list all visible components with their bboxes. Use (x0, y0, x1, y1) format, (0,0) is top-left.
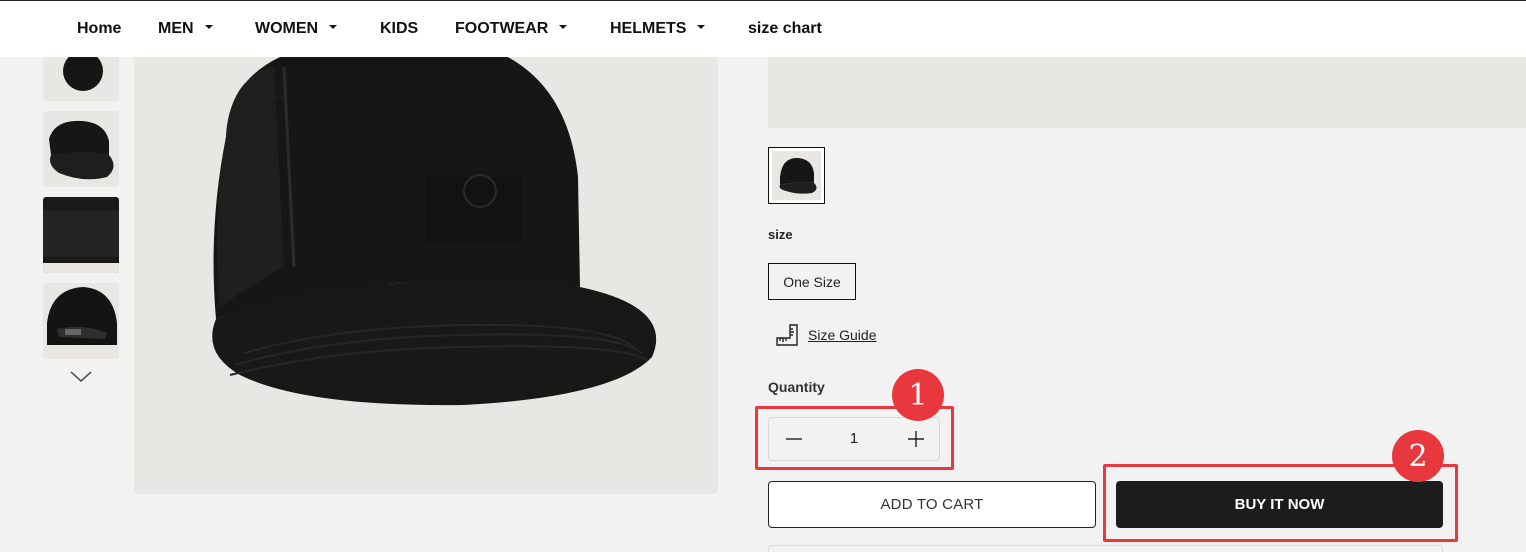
thumbnail-cap-back[interactable] (43, 283, 119, 359)
annotation-badge-1: 1 (892, 369, 944, 421)
size-option-label: One Size (783, 273, 841, 290)
add-to-cart-label: ADD TO CART (880, 496, 984, 513)
nav-label: MEN (158, 20, 194, 37)
color-swatch-black[interactable] (768, 147, 825, 204)
nav-item-helmets[interactable]: HELMETS (610, 20, 706, 38)
main-product-image (134, 57, 718, 494)
nav-label: size chart (748, 20, 822, 37)
ruler-icon[interactable] (775, 323, 799, 347)
quantity-label: Quantity (768, 379, 825, 395)
nav-label: HELMETS (610, 20, 687, 37)
caret-down-icon (204, 24, 213, 29)
nav-item-home[interactable]: Home (77, 20, 121, 38)
nav-label: KIDS (380, 20, 419, 37)
caret-down-icon (559, 24, 568, 29)
nav-label: Home (77, 20, 122, 37)
thumbnail-cap-front[interactable] (43, 57, 119, 101)
nav-item-size-chart[interactable]: size chart (748, 20, 822, 38)
chevron-down-icon[interactable] (69, 368, 93, 384)
thumbnail-cap-side[interactable] (43, 111, 119, 187)
size-option-one-size[interactable]: One Size (768, 263, 856, 300)
add-to-cart-button[interactable]: ADD TO CART (768, 481, 1096, 528)
nav-item-men[interactable]: MEN (158, 20, 213, 38)
nav-label: FOOTWEAR (455, 20, 549, 37)
caret-down-icon (697, 24, 706, 29)
thumbnail-cap-mesh[interactable] (43, 197, 119, 273)
swatch-image (772, 151, 821, 200)
next-section-edge (768, 545, 1443, 552)
nav-item-women[interactable]: WOMEN (255, 20, 338, 38)
main-nav: Home MEN WOMEN KIDS FOOTWEAR HELMETS siz… (0, 0, 1526, 57)
size-guide-link[interactable]: Size Guide (808, 327, 876, 343)
nav-label: WOMEN (255, 20, 319, 37)
product-info-banner (768, 57, 1526, 128)
nav-item-kids[interactable]: KIDS (380, 20, 418, 38)
annotation-badge-2: 2 (1392, 430, 1444, 482)
nav-item-footwear[interactable]: FOOTWEAR (455, 20, 568, 38)
caret-down-icon (329, 24, 338, 29)
size-label: size (768, 227, 793, 242)
